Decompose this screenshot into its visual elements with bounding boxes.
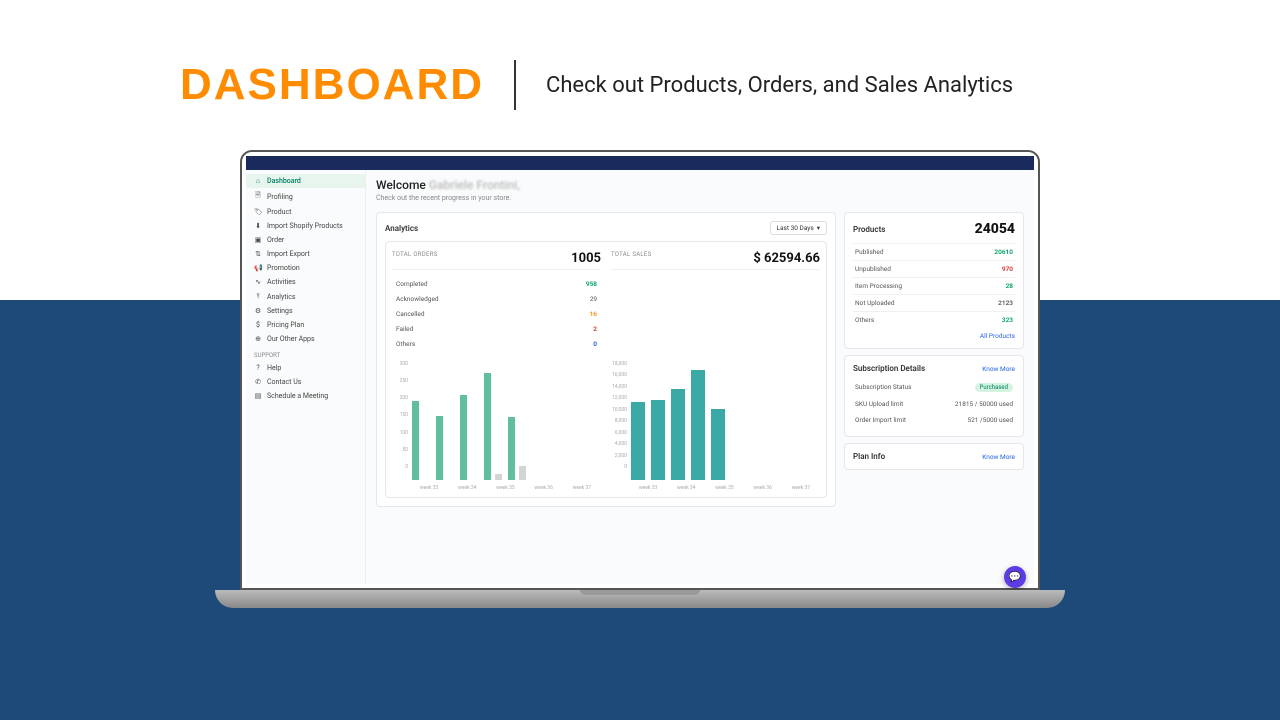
plan-know-more-link[interactable]: Know More [982,453,1015,461]
nav-icon: ⫯ [254,292,262,301]
chart-bar-group [689,361,707,480]
order-status-row: Completed958 [392,276,601,291]
subscription-limit-row: SKU Upload limit21815 / 50000 used [853,396,1015,412]
app-topbar [246,156,1034,170]
orders-chart: 300250200150100500 week 33week 34week 35… [392,361,601,491]
subscription-title: Subscription Details [853,364,925,373]
product-status-row: Others323 [853,311,1015,328]
nav-label: Activities [267,278,296,286]
chart-bar-group [458,361,480,480]
sidebar-item-import-export[interactable]: ⇅ Import Export [246,247,365,261]
nav-icon: 📢 [254,264,262,272]
sidebar-item-order[interactable]: ▣ Order [246,233,365,247]
sidebar-item-help[interactable]: ? Help [246,361,365,375]
order-status-row: Cancelled16 [392,306,601,321]
total-orders-label: TOTAL ORDERS [392,251,438,266]
chat-fab[interactable]: 💬 [1004,566,1026,584]
sidebar-item-import-shopify-products[interactable]: ⬇ Import Shopify Products [246,219,365,233]
nav-label: Import Export [267,250,310,258]
product-status-row: Unpublished970 [853,260,1015,277]
nav-icon: ⊕ [254,335,262,343]
nav-label: Our Other Apps [267,335,315,343]
chevron-down-icon: ▾ [817,224,820,232]
total-sales-value: $ 62594.66 [753,251,820,266]
sidebar-item-pricing-plan[interactable]: $ Pricing Plan [246,318,365,332]
support-section-label: SUPPORT [246,346,365,361]
nav-icon: ? [254,364,262,372]
subscription-status-badge: Purchased [975,383,1013,392]
sidebar-item-schedule-a-meeting[interactable]: ▤ Schedule a Meeting [246,389,365,403]
nav-icon: ▤ [254,392,262,400]
nav-icon: ✆ [254,378,262,386]
sales-chart: 18,00016,00014,00012,00010,0008,0006,000… [611,361,820,491]
nav-label: Product [267,208,291,216]
sidebar-item-contact-us[interactable]: ✆ Contact Us [246,375,365,389]
order-status-row: Others0 [392,336,601,351]
hero-divider [514,60,516,110]
chart-bar-group [410,361,432,480]
sidebar-item-our-other-apps[interactable]: ⊕ Our Other Apps [246,332,365,346]
plan-info-title: Plan Info [853,452,885,461]
welcome-subtext: Check out the recent progress in your st… [376,194,1024,202]
nav-label: Contact Us [267,378,301,386]
subscription-limit-row: Order Import limit521 /5000 used [853,412,1015,428]
nav-label: Profiling [267,193,293,201]
sidebar: ⌂ Dashboard 🗎 Profiling 🏷 Product ⬇ Import Shop… [246,170,366,584]
nav-label: Pricing Plan [267,321,304,329]
sidebar-item-settings[interactable]: ⚙ Settings [246,304,365,318]
nav-icon: ▣ [254,236,262,244]
products-total: 24054 [975,221,1015,237]
date-range-dropdown[interactable]: Last 30 Days▾ [770,221,828,235]
nav-icon: ⇅ [254,250,262,258]
plan-info-card: Plan Info Know More [844,443,1024,470]
chart-bar-group [649,361,667,480]
nav-icon: $ [254,321,262,329]
nav-label: Promotion [267,264,300,272]
chart-bar-group [709,361,727,480]
product-status-row: Item Processing28 [853,277,1015,294]
products-card: Products 24054 Published20610Unpublished… [844,212,1024,349]
welcome-heading: Welcome Gabriele Frontini, [376,178,1024,192]
sidebar-item-dashboard[interactable]: ⌂ Dashboard [246,174,365,188]
product-status-row: Published20610 [853,243,1015,260]
sidebar-item-product[interactable]: 🏷 Product [246,205,365,219]
sidebar-item-promotion[interactable]: 📢 Promotion [246,261,365,275]
chart-bar-group [629,361,647,480]
nav-label: Settings [267,307,293,315]
chart-bar-group [669,361,687,480]
all-products-link[interactable]: All Products [853,332,1015,340]
nav-label: Schedule a Meeting [267,392,328,400]
nav-icon: ⌂ [254,177,262,185]
analytics-card: Analytics Last 30 Days▾ [376,212,836,507]
nav-label: Import Shopify Products [267,222,343,230]
chat-icon: 💬 [1009,572,1021,583]
nav-label: Help [267,364,281,372]
nav-icon: ⬇ [254,222,262,230]
nav-icon: 🏷 [254,208,262,216]
nav-label: Analytics [267,293,296,301]
nav-label: Order [267,236,284,244]
sidebar-item-analytics[interactable]: ⫯ Analytics [246,289,365,304]
order-status-row: Acknowledged29 [392,291,601,306]
hero-subtitle: Check out Products, Orders, and Sales An… [546,73,1013,98]
subscription-status-label: Subscription Status [855,383,912,392]
subscription-card: Subscription Details Know More Subscript… [844,355,1024,437]
total-sales-label: TOTAL SALES [611,251,652,266]
nav-icon: ⚙ [254,307,262,315]
order-status-row: Failed2 [392,321,601,336]
products-title: Products [853,225,885,234]
subscription-know-more-link[interactable]: Know More [982,365,1015,373]
sidebar-item-profiling[interactable]: 🗎 Profiling [246,188,365,205]
sidebar-item-activities[interactable]: ∿ Activities [246,275,365,289]
product-status-row: Not Uploaded2123 [853,294,1015,311]
chart-bar-group [434,361,456,480]
nav-icon: ∿ [254,278,262,286]
chart-bar-group [482,361,504,480]
nav-label: Dashboard [267,177,301,185]
total-orders-value: 1005 [571,251,601,266]
nav-icon: 🗎 [254,191,262,202]
hero-title: DASHBOARD [180,60,484,110]
analytics-title: Analytics [385,224,418,233]
chart-bar-group [506,361,528,480]
